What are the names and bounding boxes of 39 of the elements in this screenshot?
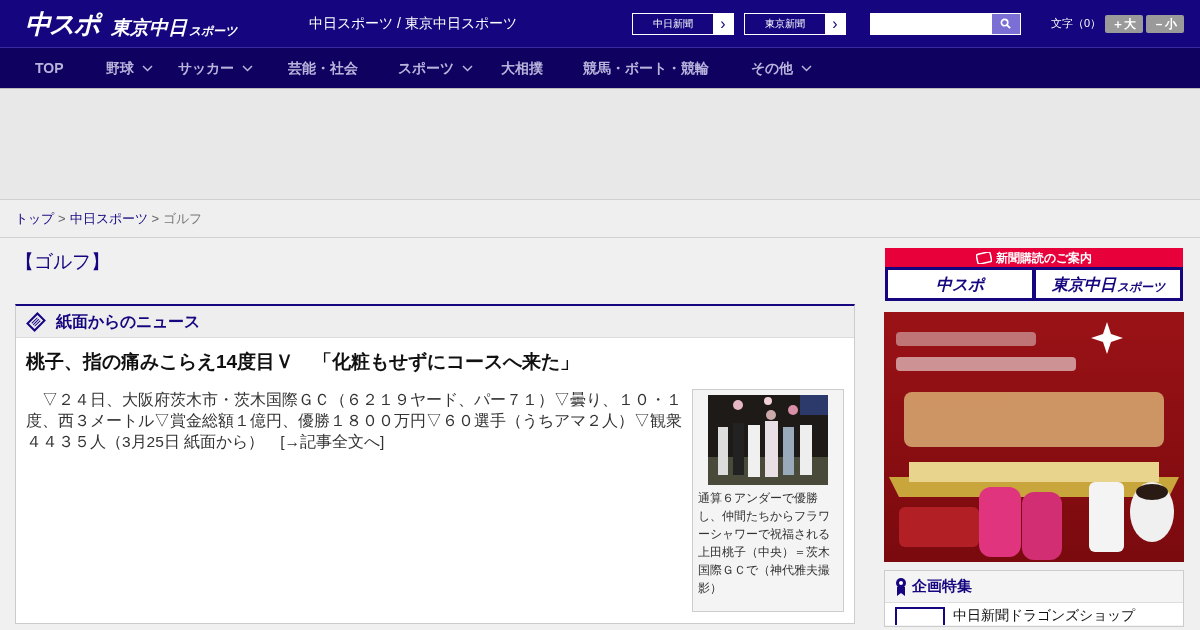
newspaper-icon xyxy=(26,311,46,332)
search-icon xyxy=(1000,18,1012,29)
logo-text: 東京中日 xyxy=(111,17,187,37)
nav-item[interactable]: 野球 xyxy=(105,57,153,79)
nav-item[interactable]: その他 xyxy=(750,57,812,79)
section-title: 紙面からのニュース xyxy=(56,311,200,332)
breadcrumb-separator: > xyxy=(58,209,66,228)
logo-text: スポーツ xyxy=(189,24,237,37)
site-title: 中日スポーツ / 東京中日スポーツ xyxy=(309,14,517,33)
article-headline[interactable]: 桃子、指の痛みこらえ14度目Ｖ 「化粧もせずにコースへ来た」 xyxy=(16,338,854,377)
chevron-icon: › xyxy=(712,13,733,34)
category-heading: 【ゴルフ】 xyxy=(15,250,111,274)
logo-text: スポーツ xyxy=(1116,281,1165,293)
logo-text: 中スポ xyxy=(936,277,984,293)
photo-caption: 通算６アンダーで優勝し、仲間たちからフラワーシャワーで祝福される上田桃子（中央）＝茨木国際ＧＣで（神代雅夫撮影） xyxy=(698,489,831,597)
nav-item[interactable]: TOP xyxy=(35,57,64,79)
article-summary: ▽２４日、大阪府茨木市・茨木国際ＧＣ（６２１９ヤード、パー７１）▽曇り、１０・１度、西３メートル▽賞金総額１億円、優勝１８００万円▽６０選手（うちアマ２人）▽観衆４４３５人（3月25日 紙面から） [→記事全文へ] xyxy=(26,389,682,452)
search-field[interactable] xyxy=(869,12,1021,35)
article-link[interactable]: [→記事全文へ] xyxy=(280,432,385,450)
breadcrumb-link[interactable]: 中日スポーツ xyxy=(69,208,148,229)
search-button[interactable] xyxy=(991,13,1020,34)
font-size-label: 文字（0） xyxy=(1050,16,1101,32)
nav-item[interactable]: 競馬・ボート・競輪 xyxy=(582,57,709,79)
nav-item[interactable]: 大相撲 xyxy=(500,57,543,79)
nav-item[interactable]: 芸能・社会 xyxy=(287,57,358,79)
section-title: 企画特集 xyxy=(912,576,972,597)
ticket-icon xyxy=(976,251,992,264)
chevron-icon: › xyxy=(824,13,845,34)
site-logo[interactable]: 中スポ 東京中日スポーツ xyxy=(25,10,237,37)
breadcrumb-separator: > xyxy=(151,209,160,228)
breadcrumb-current: ゴルフ xyxy=(163,209,203,228)
banner-title: 新聞購読のご案内 xyxy=(996,249,1092,267)
newspaper-link[interactable]: 東京新聞 › xyxy=(743,12,846,35)
nav-item[interactable]: サッカー xyxy=(177,57,253,79)
newspaper-link[interactable]: 中日新聞 › xyxy=(631,12,734,35)
ribbon-icon xyxy=(895,576,907,597)
logo-text: 東京中日 xyxy=(1051,277,1116,293)
nav-item[interactable]: スポーツ xyxy=(397,57,473,79)
breadcrumb-link[interactable]: トップ xyxy=(15,208,54,229)
